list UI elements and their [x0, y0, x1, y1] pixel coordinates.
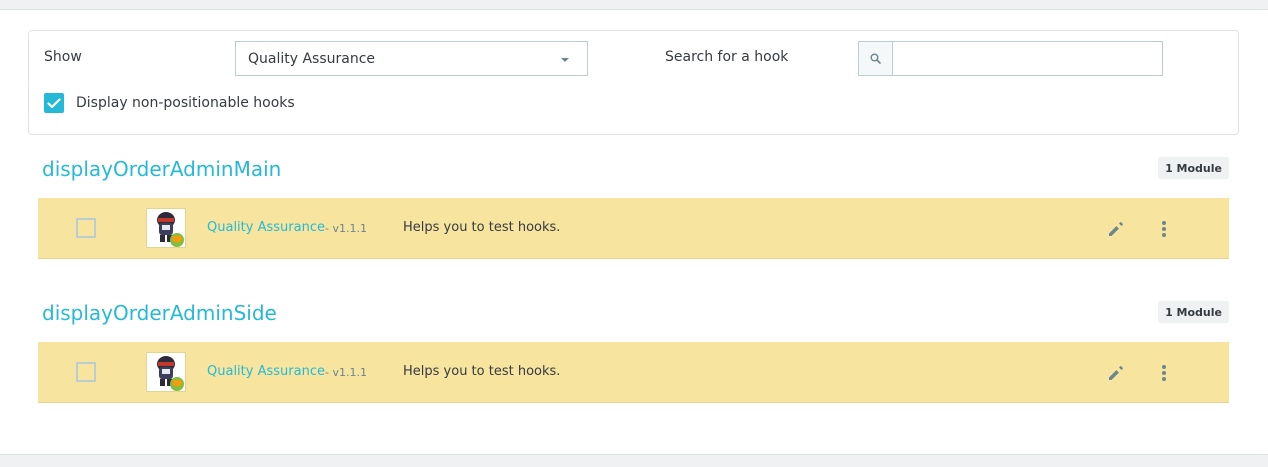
module-count-badge: 1 Module [1158, 301, 1229, 323]
module-select[interactable]: Quality Assurance [235, 41, 588, 76]
non-positionable-toggle: Display non-positionable hooks [44, 93, 295, 113]
module-name-link[interactable]: Quality Assurance [207, 220, 325, 235]
edit-pencil-icon[interactable] [1106, 219, 1126, 239]
non-positionable-label: Display non-positionable hooks [76, 95, 295, 111]
top-strip [0, 0, 1268, 10]
module-description: Helps you to test hooks. [403, 364, 561, 379]
module-version: - v1.1.1 [325, 222, 367, 235]
module-row-checkbox[interactable] [76, 218, 96, 238]
module-logo [146, 352, 186, 392]
module-name-link[interactable]: Quality Assurance [207, 364, 325, 379]
bottom-strip [0, 454, 1268, 467]
module-count-badge: 1 Module [1158, 157, 1229, 179]
more-vertical-icon[interactable] [1154, 363, 1174, 383]
filter-panel: Show Quality Assurance Search for a hook… [28, 30, 1239, 135]
search-label: Search for a hook [665, 49, 789, 65]
module-row: Quality Assurance - v1.1.1 Helps you to … [38, 342, 1229, 403]
module-logo [146, 208, 186, 248]
module-description: Helps you to test hooks. [403, 220, 561, 235]
non-positionable-checkbox[interactable] [44, 93, 64, 113]
hook-title: displayOrderAdminSide [42, 301, 277, 325]
module-version: - v1.1.1 [325, 366, 367, 379]
hook-search-group [858, 41, 1163, 76]
caret-down-icon [561, 58, 569, 62]
module-row: Quality Assurance - v1.1.1 Helps you to … [38, 198, 1229, 259]
hooks-page: Show Quality Assurance Search for a hook… [0, 10, 1268, 454]
search-icon [858, 41, 893, 76]
edit-pencil-icon[interactable] [1106, 363, 1126, 383]
hook-search-input[interactable] [893, 41, 1163, 76]
check-icon [47, 97, 61, 108]
more-vertical-icon[interactable] [1154, 219, 1174, 239]
module-row-checkbox[interactable] [76, 362, 96, 382]
hook-title: displayOrderAdminMain [42, 157, 282, 181]
module-select-value: Quality Assurance [248, 50, 376, 67]
show-label: Show [44, 49, 82, 65]
